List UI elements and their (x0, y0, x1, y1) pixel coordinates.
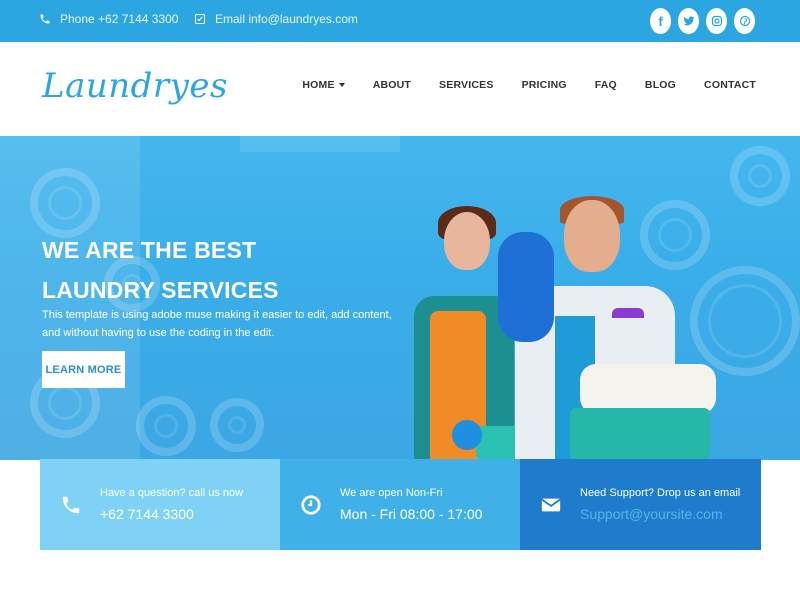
caret-down-icon (338, 83, 345, 87)
washing-machine-image (210, 398, 264, 452)
pinterest-icon[interactable] (734, 8, 755, 34)
washing-machine-image (690, 266, 800, 376)
phone-icon (38, 12, 52, 26)
topbar-email-text[interactable]: Email info@laundryes.com (215, 12, 358, 26)
nav-blog[interactable]: BLOG (645, 79, 676, 91)
site-header: Laundryes HOME ABOUT SERVICES PRICING FA… (0, 42, 800, 136)
topbar-phone: Phone +62 7144 3300 (38, 12, 178, 26)
twitter-icon[interactable] (678, 8, 699, 34)
hero-title: WE ARE THE BEST LAUNDRY SERVICES (42, 237, 279, 303)
social-links: f (650, 8, 755, 34)
info-box-call: Have a question? call us now +62 7144 33… (40, 459, 280, 550)
nav-home-label: HOME (302, 79, 335, 91)
phone-icon (44, 494, 98, 516)
support-email-link[interactable]: Support@yoursite.com (580, 503, 740, 525)
hero-description: This template is using adobe muse making… (42, 309, 392, 339)
nav-contact[interactable]: CONTACT (704, 79, 756, 91)
nav-about[interactable]: ABOUT (373, 79, 411, 91)
info-box-support: Need Support? Drop us an email Support@y… (520, 459, 761, 550)
nav-faq[interactable]: FAQ (595, 79, 617, 91)
info-box-call-label: Have a question? call us now (100, 486, 244, 499)
topbar-phone-text: Phone +62 7144 3300 (60, 12, 179, 26)
info-box-call-phone: +62 7144 3300 (100, 505, 194, 522)
washing-machine-image (136, 396, 196, 456)
instagram-icon[interactable] (706, 8, 727, 34)
checkbox-mail-icon (193, 12, 207, 26)
topbar-email[interactable]: Email info@laundryes.com (193, 12, 358, 26)
learn-more-button[interactable]: LEARN MORE (42, 351, 125, 388)
info-box-support-text: Need Support? Drop us an email Support@y… (580, 485, 740, 525)
top-bar: Phone +62 7144 3300 Email info@laundryes… (0, 0, 800, 42)
envelope-icon (524, 494, 578, 516)
info-box-hours-label: We are open Non-Fri (340, 486, 443, 499)
nav-pricing[interactable]: PRICING (522, 79, 567, 91)
washing-machine-image (640, 200, 710, 270)
washing-machine-image (30, 168, 100, 238)
info-box-hours-text: We are open Non-Fri Mon - Fri 08:00 - 17… (340, 485, 482, 525)
info-box-call-text: Have a question? call us now +62 7144 33… (100, 485, 243, 525)
hero-banner: WE ARE THE BEST LAUNDRY SERVICES This te… (0, 136, 800, 460)
main-nav: HOME ABOUT SERVICES PRICING FAQ BLOG CON… (274, 79, 756, 91)
nav-home[interactable]: HOME (302, 79, 345, 91)
background-panel (240, 136, 400, 152)
washing-machine-image (730, 146, 790, 206)
info-box-hours-value: Mon - Fri 08:00 - 17:00 (340, 505, 483, 522)
facebook-icon[interactable]: f (650, 8, 671, 34)
nav-services[interactable]: SERVICES (439, 79, 494, 91)
site-logo[interactable]: Laundryes (42, 66, 228, 106)
clock-icon (284, 494, 338, 516)
info-box-hours: We are open Non-Fri Mon - Fri 08:00 - 17… (280, 459, 520, 550)
info-box-support-label: Need Support? Drop us an email (580, 486, 741, 499)
